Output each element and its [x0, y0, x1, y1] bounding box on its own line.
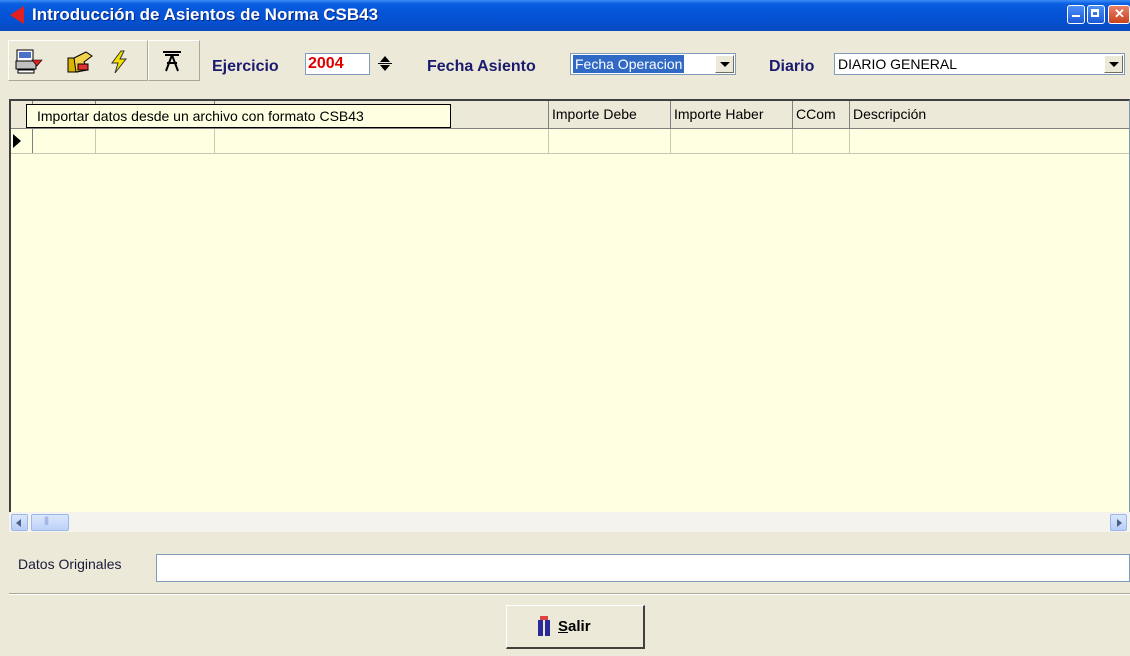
close-icon: ✕	[1114, 6, 1125, 21]
minimize-icon	[1072, 15, 1080, 17]
current-row-arrow-icon	[13, 134, 21, 148]
chevron-right-icon	[1117, 519, 1122, 527]
scroll-thumb[interactable]	[31, 514, 69, 531]
diario-value: DIARIO GENERAL	[838, 56, 958, 72]
maximize-icon	[1091, 9, 1099, 17]
datos-originales-label: Datos Originales	[18, 556, 122, 572]
table-cell[interactable]	[33, 129, 96, 153]
row-indicator	[11, 129, 33, 153]
column-header-descripcion[interactable]: Descripción	[850, 101, 1130, 128]
close-button[interactable]: ✕	[1108, 5, 1130, 24]
fecha-asiento-select[interactable]: Fecha Operacion	[570, 53, 736, 75]
diario-label: Diario	[769, 58, 815, 75]
lightning-icon	[111, 50, 128, 74]
ejercicio-label: Ejercicio	[212, 58, 279, 75]
filter-clear-button[interactable]	[160, 49, 184, 80]
datos-originales-field[interactable]	[156, 554, 1130, 582]
exit-door-icon	[538, 616, 552, 636]
toolbar: Ejercicio 2004 Fecha Asiento Fecha Opera…	[0, 31, 1130, 91]
salir-button-label: Salir	[558, 618, 591, 635]
fecha-asiento-value: Fecha Operacion	[573, 55, 685, 73]
spin-up-icon	[380, 56, 390, 62]
table-cell[interactable]	[793, 129, 850, 153]
diario-select[interactable]: DIARIO GENERAL	[834, 53, 1125, 75]
table-cell[interactable]	[671, 129, 793, 153]
column-header-importe-debe[interactable]: Importe Debe	[549, 101, 671, 128]
fecha-asiento-label: Fecha Asiento	[427, 58, 536, 75]
scroll-left-button[interactable]	[11, 514, 28, 531]
hand-icon	[67, 51, 93, 73]
minimize-button[interactable]	[1067, 5, 1085, 24]
table-cell[interactable]	[850, 129, 1130, 153]
import-file-icon	[15, 49, 43, 74]
chevron-left-icon	[16, 519, 21, 527]
table-cell[interactable]	[96, 129, 215, 153]
spin-divider	[378, 63, 392, 64]
ejercicio-input[interactable]: 2004	[305, 53, 370, 75]
ejercicio-spinner[interactable]	[374, 53, 396, 75]
salir-button[interactable]: Salir	[506, 605, 645, 649]
chevron-down-icon[interactable]	[1104, 55, 1123, 73]
table-row[interactable]	[11, 129, 1129, 154]
spin-down-icon	[380, 65, 390, 71]
divider	[9, 593, 1130, 595]
filter-clear-icon	[163, 51, 181, 72]
title-bar[interactable]: Introducción de Asientos de Norma CSB43 …	[0, 0, 1130, 31]
salir-label-rest: alir	[568, 618, 591, 635]
tooltip: Importar datos desde un archivo con form…	[26, 104, 451, 128]
lightning-button[interactable]	[108, 49, 130, 80]
asientos-grid[interactable]: Importe Debe Importe Haber CCom Descripc…	[9, 99, 1130, 531]
import-file-button[interactable]	[14, 46, 44, 81]
salir-accelerator: S	[558, 618, 569, 635]
horizontal-scrollbar[interactable]	[9, 512, 1130, 532]
table-cell[interactable]	[549, 129, 671, 153]
chevron-down-icon[interactable]	[715, 55, 734, 73]
hand-button[interactable]	[66, 48, 96, 81]
scroll-right-button[interactable]	[1110, 514, 1127, 531]
app-icon	[10, 6, 24, 24]
maximize-button[interactable]	[1087, 5, 1105, 24]
column-header-ccom[interactable]: CCom	[793, 101, 850, 128]
table-cell[interactable]	[215, 129, 549, 153]
column-header-importe-haber[interactable]: Importe Haber	[671, 101, 793, 128]
window-title: Introducción de Asientos de Norma CSB43	[32, 5, 379, 24]
